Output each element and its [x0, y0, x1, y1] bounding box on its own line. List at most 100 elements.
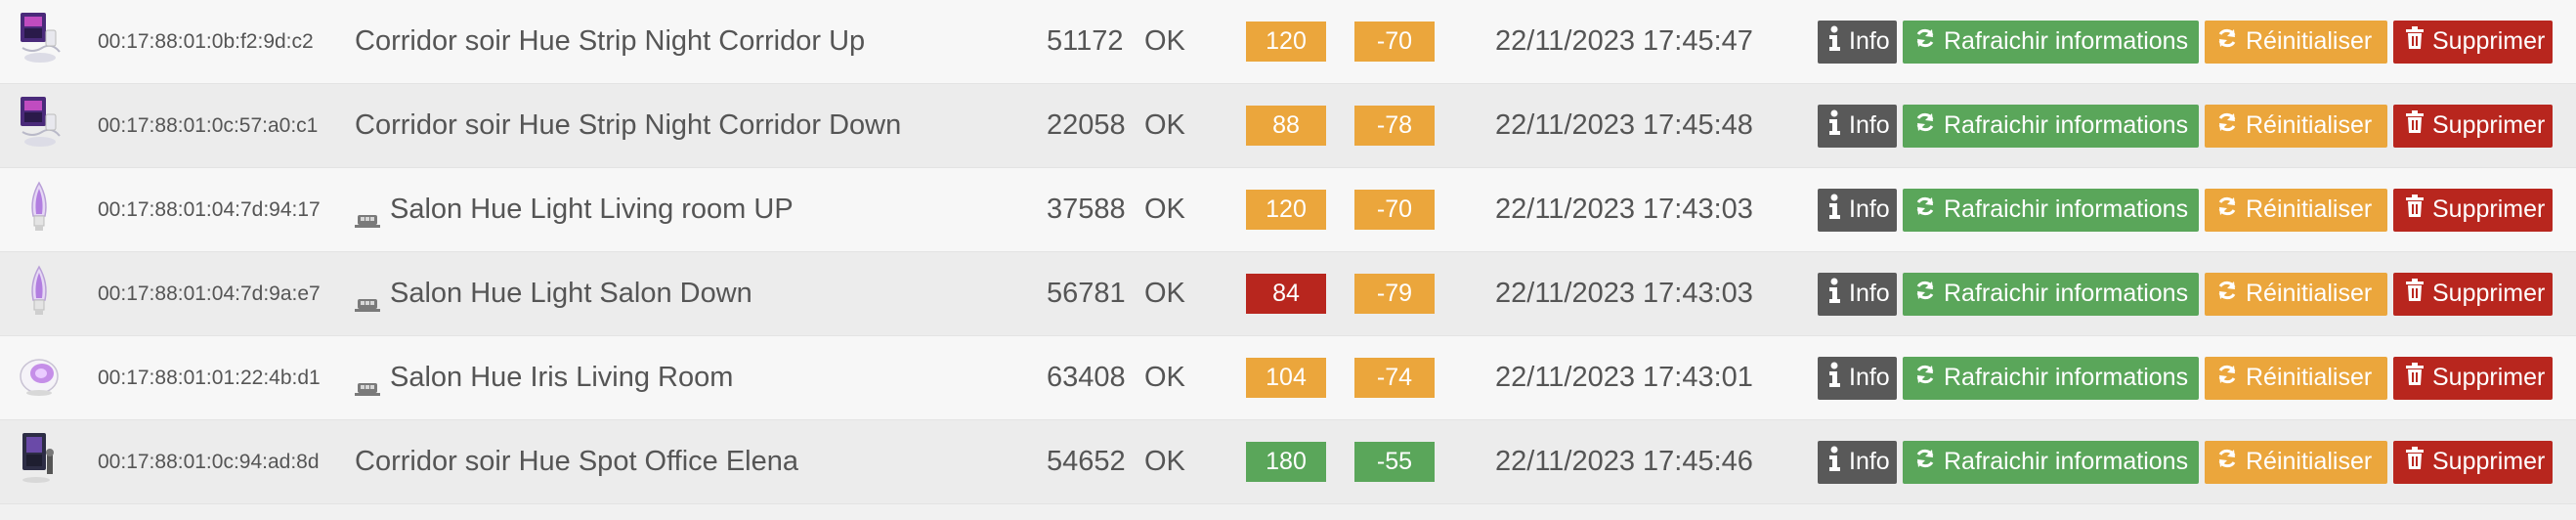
rssi-cell: -74	[1354, 336, 1435, 419]
info-button-label: Info	[1849, 448, 1890, 475]
table-row: 00:17:88:01:0c:94:ad:8d Corridor soir Hu…	[0, 420, 2576, 504]
lqi-cell: 84	[1246, 252, 1326, 335]
refresh-info-button[interactable]: Rafraichir informations	[1903, 20, 2199, 64]
mesh-device-icon	[355, 371, 380, 396]
device-number: 51172	[1047, 25, 1124, 57]
delete-button-label: Supprimer	[2432, 448, 2546, 475]
reset-button-label: Réinitialiser	[2246, 280, 2373, 307]
row-actions: Info Rafraichir informations Réinitialis…	[1818, 168, 2558, 251]
hue-spot-box-icon	[17, 429, 62, 495]
lqi-cell: 180	[1246, 420, 1326, 503]
delete-button[interactable]: Supprimer	[2393, 272, 2553, 316]
lqi-cell: 120	[1246, 0, 1326, 83]
delete-button[interactable]: Supprimer	[2393, 20, 2553, 64]
candle-bulb-icon	[24, 177, 54, 242]
lqi-badge: 120	[1246, 22, 1326, 62]
lqi-cell: 104	[1246, 336, 1326, 419]
device-number: 54652	[1047, 446, 1126, 477]
refresh-icon	[1914, 27, 1944, 56]
rssi-badge: -74	[1354, 358, 1435, 398]
delete-button-label: Supprimer	[2432, 280, 2546, 307]
trash-icon	[2405, 110, 2432, 141]
info-button[interactable]: Info	[1818, 356, 1897, 400]
reset-icon	[2216, 364, 2246, 392]
device-name-cell: Corridor soir Hue Spot Office Elena	[355, 420, 798, 503]
row-actions: Info Rafraichir informations Réinitialis…	[1818, 420, 2558, 503]
info-icon	[1827, 194, 1849, 226]
reset-button[interactable]: Réinitialiser	[2205, 440, 2387, 484]
status-text: OK	[1144, 362, 1185, 393]
table-row: 00:17:88:01:01:22:4b:d1 Salon Hue Iris L…	[0, 336, 2576, 420]
lqi-badge: 180	[1246, 442, 1326, 482]
device-image	[10, 0, 68, 83]
refresh-icon	[1914, 280, 1944, 308]
reset-icon	[2216, 27, 2246, 56]
lqi-badge: 104	[1246, 358, 1326, 398]
lqi-cell: 88	[1246, 84, 1326, 167]
table-row: 00:17:88:01:0b:f2:9d:c2 Corridor soir Hu…	[0, 0, 2576, 84]
reset-button[interactable]: Réinitialiser	[2205, 356, 2387, 400]
delete-button-label: Supprimer	[2432, 364, 2546, 391]
reset-button-label: Réinitialiser	[2246, 195, 2373, 223]
reset-button-label: Réinitialiser	[2246, 448, 2373, 475]
device-number: 37588	[1047, 194, 1126, 225]
delete-button[interactable]: Supprimer	[2393, 104, 2553, 148]
info-button[interactable]: Info	[1818, 188, 1897, 232]
device-name-cell: Salon Hue Light Living room UP	[355, 168, 794, 251]
delete-button-label: Supprimer	[2432, 27, 2546, 55]
last-seen-date: 22/11/2023 17:45:48	[1495, 109, 1753, 141]
lqi-badge: 84	[1246, 274, 1326, 314]
table-row: 00:17:88:01:04:7d:94:17 Salon Hue Light …	[0, 168, 2576, 252]
trash-icon	[2405, 447, 2432, 477]
table-row: 00:17:88:01:0c:57:a0:c1 Corridor soir Hu…	[0, 84, 2576, 168]
lqi-badge: 88	[1246, 106, 1326, 146]
info-icon	[1827, 362, 1849, 394]
refresh-button-label: Rafraichir informations	[1944, 280, 2189, 307]
refresh-icon	[1914, 448, 1944, 476]
info-icon	[1827, 25, 1849, 58]
devices-table: 00:17:88:01:0b:f2:9d:c2 Corridor soir Hu…	[0, 0, 2576, 504]
status-text: OK	[1144, 194, 1185, 225]
last-seen-date: 22/11/2023 17:43:01	[1495, 362, 1753, 393]
lqi-badge: 120	[1246, 190, 1326, 230]
device-image	[10, 168, 68, 251]
status-text: OK	[1144, 446, 1185, 477]
info-button-label: Info	[1849, 27, 1890, 55]
rssi-cell: -78	[1354, 84, 1435, 167]
mesh-device-icon	[355, 287, 380, 312]
rssi-cell: -55	[1354, 420, 1435, 503]
delete-button-label: Supprimer	[2432, 111, 2546, 139]
mac-address: 00:17:88:01:04:7d:9a:e7	[98, 282, 321, 305]
mac-address: 00:17:88:01:0b:f2:9d:c2	[98, 29, 314, 53]
info-icon	[1827, 109, 1849, 142]
refresh-info-button[interactable]: Rafraichir informations	[1903, 272, 2199, 316]
refresh-icon	[1914, 195, 1944, 224]
reset-button[interactable]: Réinitialiser	[2205, 188, 2387, 232]
device-name: Corridor soir Hue Strip Night Corridor U…	[355, 25, 866, 57]
info-button[interactable]: Info	[1818, 440, 1897, 484]
delete-button[interactable]: Supprimer	[2393, 188, 2553, 232]
trash-icon	[2405, 279, 2432, 309]
delete-button[interactable]: Supprimer	[2393, 356, 2553, 400]
info-button-label: Info	[1849, 195, 1890, 223]
info-button[interactable]: Info	[1818, 20, 1897, 64]
table-row: 00:17:88:01:04:7d:9a:e7 Salon Hue Light …	[0, 252, 2576, 336]
refresh-info-button[interactable]: Rafraichir informations	[1903, 440, 2199, 484]
refresh-button-label: Rafraichir informations	[1944, 111, 2189, 139]
rssi-cell: -70	[1354, 0, 1435, 83]
info-button[interactable]: Info	[1818, 104, 1897, 148]
reset-button[interactable]: Réinitialiser	[2205, 104, 2387, 148]
refresh-info-button[interactable]: Rafraichir informations	[1903, 104, 2199, 148]
reset-button[interactable]: Réinitialiser	[2205, 272, 2387, 316]
refresh-info-button[interactable]: Rafraichir informations	[1903, 188, 2199, 232]
last-seen-date: 22/11/2023 17:45:47	[1495, 25, 1753, 57]
refresh-info-button[interactable]: Rafraichir informations	[1903, 356, 2199, 400]
reset-button-label: Réinitialiser	[2246, 27, 2373, 55]
delete-button[interactable]: Supprimer	[2393, 440, 2553, 484]
refresh-icon	[1914, 364, 1944, 392]
info-button[interactable]: Info	[1818, 272, 1897, 316]
reset-button[interactable]: Réinitialiser	[2205, 20, 2387, 64]
info-icon	[1827, 446, 1849, 478]
device-name: Salon Hue Iris Living Room	[390, 362, 734, 393]
device-name-cell: Corridor soir Hue Strip Night Corridor U…	[355, 0, 865, 83]
